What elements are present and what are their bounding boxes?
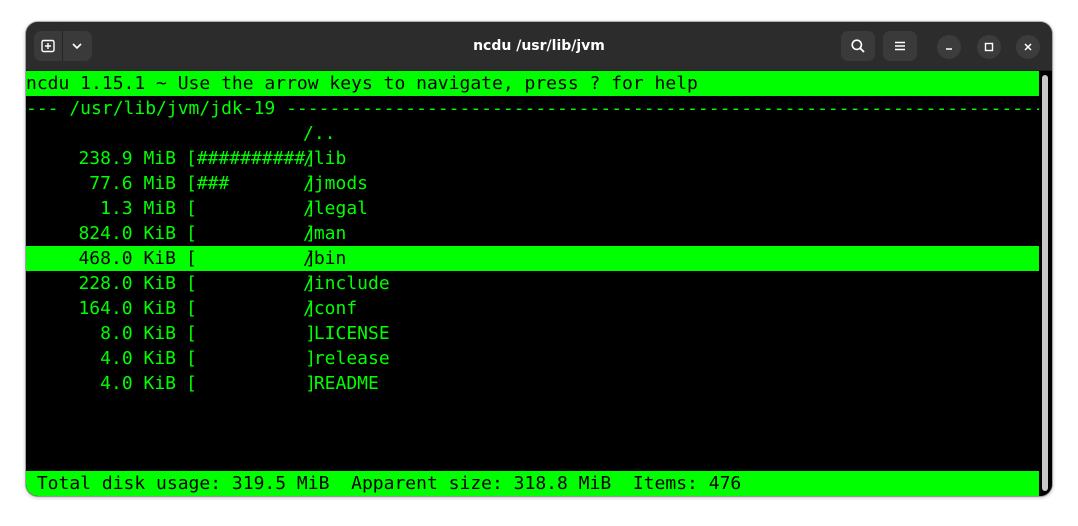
entry-row[interactable]: 824.0 KiB [ ]/man	[26, 221, 1039, 246]
entry-size: 4.0 KiB	[100, 348, 176, 369]
entry-usage-bar: [ ]	[186, 223, 317, 244]
entry-usage-bar: [ ]	[186, 323, 317, 344]
new-tab-icon	[41, 39, 55, 53]
scrollbar[interactable]	[1039, 71, 1052, 496]
entry-name: /jmods	[303, 173, 369, 194]
close-button[interactable]	[1016, 35, 1040, 59]
entry-name: /conf	[303, 298, 358, 319]
tab-dropdown-button[interactable]	[63, 31, 91, 61]
entry-size: 8.0 KiB	[100, 323, 176, 344]
terminal-window: ncdu /usr/lib/jvm ncdu 1.15.1 ~ Use the …	[26, 22, 1052, 496]
current-path-text: --- /usr/lib/jvm/jdk-19 ----------------…	[26, 98, 1039, 119]
title-bar: ncdu /usr/lib/jvm	[26, 22, 1052, 71]
entry-row[interactable]: 228.0 KiB [ ]/include	[26, 271, 1039, 296]
entry-size: 4.0 KiB	[100, 373, 176, 394]
entry-row-selected[interactable]: 468.0 KiB [ ]/bin	[26, 246, 1039, 271]
maximize-button[interactable]	[977, 35, 1001, 59]
maximize-icon	[984, 42, 994, 52]
current-path-line: --- /usr/lib/jvm/jdk-19 ----------------…	[26, 96, 1039, 121]
parent-dir-name: /..	[303, 123, 336, 144]
entry-size: 468.0 KiB	[78, 248, 176, 269]
entry-name: LICENSE	[303, 323, 390, 344]
entry-size: 238.9 MiB	[78, 148, 176, 169]
ncdu-header-bar: ncdu 1.15.1 ~ Use the arrow keys to navi…	[26, 71, 1039, 96]
chevron-down-icon	[72, 43, 82, 50]
minimize-button[interactable]	[937, 35, 961, 59]
entry-usage-bar: [ ]	[186, 373, 317, 394]
hamburger-menu-icon	[895, 41, 905, 51]
entry-usage-bar: [##########]	[186, 148, 317, 169]
entry-name: README	[303, 373, 379, 394]
entry-row[interactable]: 164.0 KiB [ ]/conf	[26, 296, 1039, 321]
entry-name: /lib	[303, 148, 347, 169]
entry-size: 228.0 KiB	[78, 273, 176, 294]
entry-row[interactable]: 4.0 KiB [ ] release	[26, 346, 1039, 371]
entry-usage-bar: [ ]	[186, 273, 317, 294]
entry-size: 824.0 KiB	[78, 223, 176, 244]
terminal-area[interactable]: ncdu 1.15.1 ~ Use the arrow keys to navi…	[26, 71, 1039, 496]
entry-name: /include	[303, 273, 390, 294]
entry-row[interactable]: 77.6 MiB [### ]/jmods	[26, 171, 1039, 196]
scrollbar-thumb[interactable]	[1042, 75, 1048, 491]
parent-dir-row[interactable]: /..	[26, 121, 1039, 146]
entry-usage-bar: [### ]	[186, 173, 317, 194]
ncdu-header-text: ncdu 1.15.1 ~ Use the arrow keys to navi…	[26, 73, 698, 94]
entry-name: /legal	[303, 198, 369, 219]
entry-name: release	[303, 348, 390, 369]
entry-usage-bar: [ ]	[186, 198, 317, 219]
entry-row[interactable]: 4.0 KiB [ ] README	[26, 371, 1039, 396]
minimize-icon	[946, 48, 952, 50]
entry-size: 164.0 KiB	[78, 298, 176, 319]
status-bar: Total disk usage: 319.5 MiB Apparent siz…	[26, 471, 1039, 496]
search-icon	[851, 39, 865, 53]
menu-button[interactable]	[883, 31, 917, 61]
entry-usage-bar: [ ]	[186, 248, 317, 269]
entry-row[interactable]: 1.3 MiB [ ]/legal	[26, 196, 1039, 221]
entry-size: 77.6 MiB	[89, 173, 176, 194]
entry-row[interactable]: 8.0 KiB [ ] LICENSE	[26, 321, 1039, 346]
new-tab-split-button	[34, 31, 92, 61]
close-icon	[1024, 43, 1032, 51]
entry-size: 1.3 MiB	[100, 198, 176, 219]
entry-usage-bar: [ ]	[186, 298, 317, 319]
search-button[interactable]	[841, 31, 875, 61]
entry-name: /bin	[303, 248, 347, 269]
entry-name: /man	[303, 223, 347, 244]
new-tab-button[interactable]	[34, 31, 62, 61]
status-text: Total disk usage: 319.5 MiB Apparent siz…	[26, 473, 742, 494]
entry-usage-bar: [ ]	[186, 348, 317, 369]
entry-row[interactable]: 238.9 MiB [##########]/lib	[26, 146, 1039, 171]
